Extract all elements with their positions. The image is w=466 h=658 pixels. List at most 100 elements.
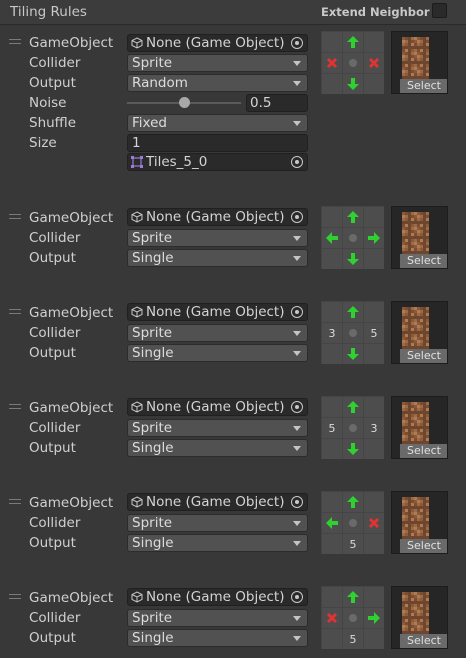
neighbor-cell-up-arrow-icon[interactable] [343,207,363,227]
neighbor-grid[interactable] [321,206,384,269]
neighbor-grid[interactable]: 53 [321,396,384,459]
neighbor-cell[interactable] [364,74,384,94]
neighbor-cell[interactable] [364,629,384,649]
shuffle-dropdown[interactable]: Fixed [127,114,308,132]
select-sprite-button[interactable]: Select [400,634,447,648]
noise-slider-thumb[interactable] [178,97,190,108]
drag-handle-icon[interactable] [9,499,21,504]
output-dropdown[interactable]: Single [127,534,308,552]
neighbor-cell-up-arrow-icon[interactable] [343,492,363,512]
drag-handle-icon[interactable] [9,404,21,409]
sprite-preview[interactable]: Select [391,206,448,269]
neighbor-cell[interactable] [322,249,342,269]
neighbor-cell[interactable] [364,397,384,417]
neighbor-cell[interactable] [364,302,384,322]
neighbor-grid[interactable]: 5 [321,586,384,649]
sprite-preview[interactable]: Select [391,396,448,459]
collider-dropdown[interactable]: Sprite [127,419,308,437]
neighbor-cell[interactable]: 5 [364,323,384,343]
gameobject-field[interactable]: None (Game Object) [127,34,308,52]
neighbor-cell[interactable] [322,492,342,512]
neighbor-cell[interactable] [364,492,384,512]
sprite-preview[interactable]: Select [391,31,448,94]
sprite-preview[interactable]: Select [391,301,448,364]
neighbor-cell[interactable] [322,207,342,227]
center-cell[interactable] [343,418,363,438]
sprite-preview[interactable]: Select [391,491,448,554]
center-cell[interactable] [343,228,363,248]
neighbor-cell-up-arrow-icon[interactable] [343,32,363,52]
neighbor-grid[interactable] [321,31,384,94]
object-picker-icon[interactable] [291,211,303,223]
neighbor-cell-down-arrow-icon[interactable] [343,439,363,459]
neighbor-cell[interactable] [322,534,342,554]
neighbor-cell[interactable] [322,344,342,364]
neighbor-cell-left-arrow-icon[interactable] [322,228,342,248]
select-sprite-button[interactable]: Select [400,539,447,553]
neighbor-grid[interactable]: 5 [321,491,384,554]
output-dropdown[interactable]: Single [127,439,308,457]
neighbor-cell[interactable] [364,344,384,364]
sprite-preview[interactable]: Select [391,586,448,649]
collider-dropdown[interactable]: Sprite [127,324,308,342]
drag-handle-icon[interactable] [9,594,21,599]
select-sprite-button[interactable]: Select [400,444,447,458]
neighbor-cell[interactable] [322,587,342,607]
neighbor-grid[interactable]: 35 [321,301,384,364]
output-dropdown[interactable]: Random [127,74,308,92]
neighbor-cell-up-arrow-icon[interactable] [343,397,363,417]
gameobject-field[interactable]: None (Game Object) [127,588,308,606]
object-picker-icon[interactable] [291,401,303,413]
neighbor-cell[interactable]: 5 [322,418,342,438]
neighbor-cell-x-icon[interactable] [364,513,384,533]
neighbor-cell-down-arrow-icon[interactable] [343,249,363,269]
neighbor-cell-down-arrow-icon[interactable] [343,74,363,94]
neighbor-cell[interactable] [322,302,342,322]
neighbor-cell-up-arrow-icon[interactable] [343,587,363,607]
neighbor-cell[interactable] [364,439,384,459]
object-picker-icon[interactable] [291,306,303,318]
neighbor-cell[interactable] [364,534,384,554]
neighbor-cell[interactable] [322,32,342,52]
neighbor-cell[interactable] [322,74,342,94]
neighbor-cell-left-arrow-icon[interactable] [322,513,342,533]
select-sprite-button[interactable]: Select [400,349,447,363]
neighbor-cell[interactable] [364,249,384,269]
size-field[interactable]: 1 [127,134,308,152]
collider-dropdown[interactable]: Sprite [127,54,308,72]
collider-dropdown[interactable]: Sprite [127,229,308,247]
gameobject-field[interactable]: None (Game Object) [127,303,308,321]
select-sprite-button[interactable]: Select [400,79,447,93]
extend-neighbor-checkbox[interactable] [432,3,447,18]
center-cell[interactable] [343,323,363,343]
collider-dropdown[interactable]: Sprite [127,609,308,627]
neighbor-cell[interactable]: 5 [343,629,363,649]
neighbor-cell[interactable]: 3 [322,323,342,343]
neighbor-cell[interactable] [322,397,342,417]
center-cell[interactable] [343,53,363,73]
drag-handle-icon[interactable] [9,39,21,44]
gameobject-field[interactable]: None (Game Object) [127,398,308,416]
object-picker-icon[interactable] [291,37,303,49]
neighbor-cell[interactable]: 3 [364,418,384,438]
neighbor-cell[interactable] [364,587,384,607]
drag-handle-icon[interactable] [9,309,21,314]
output-dropdown[interactable]: Single [127,344,308,362]
object-picker-icon[interactable] [291,496,303,508]
neighbor-cell-x-icon[interactable] [322,608,342,628]
center-cell[interactable] [343,513,363,533]
drag-handle-icon[interactable] [9,214,21,219]
neighbor-cell[interactable] [364,32,384,52]
neighbor-cell-right-arrow-icon[interactable] [364,608,384,628]
noise-value-field[interactable]: 0.5 [246,94,308,112]
neighbor-cell[interactable] [322,439,342,459]
neighbor-cell-down-arrow-icon[interactable] [343,344,363,364]
object-picker-icon[interactable] [291,156,303,168]
object-picker-icon[interactable] [291,591,303,603]
neighbor-cell[interactable]: 5 [343,534,363,554]
neighbor-cell[interactable] [364,207,384,227]
center-cell[interactable] [343,608,363,628]
gameobject-field[interactable]: None (Game Object) [127,493,308,511]
neighbor-cell-x-icon[interactable] [364,53,384,73]
collider-dropdown[interactable]: Sprite [127,514,308,532]
